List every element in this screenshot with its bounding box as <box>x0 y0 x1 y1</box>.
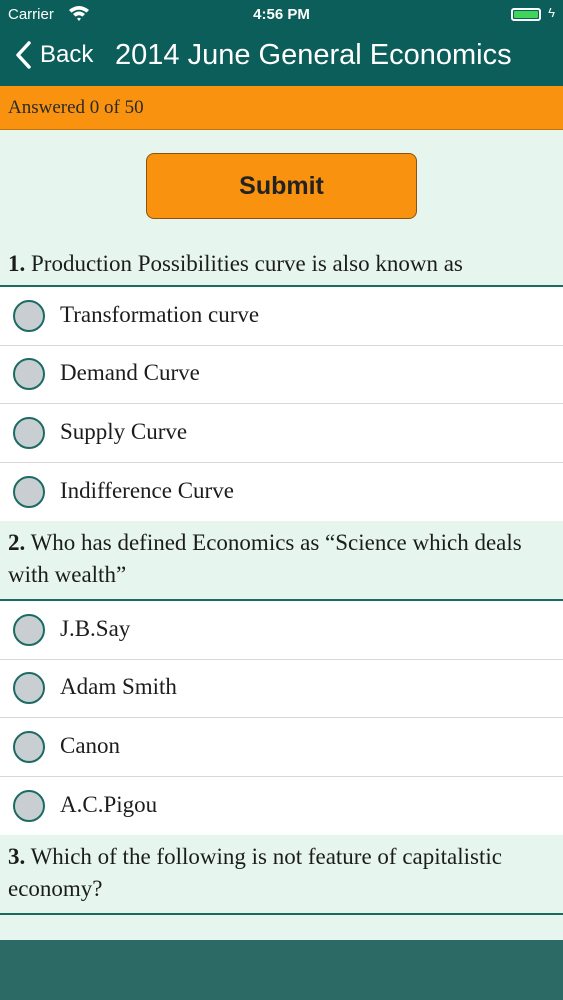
answer-label: Adam Smith <box>60 674 177 700</box>
navigation-bar: Back 2014 June General Economics <box>0 30 563 86</box>
bottom-toolbar <box>0 940 563 1000</box>
question-header: 2. Who has defined Economics as “Science… <box>0 521 563 601</box>
submit-area: Submit <box>0 130 563 246</box>
radio-button[interactable] <box>13 672 45 705</box>
radio-button[interactable] <box>13 416 45 449</box>
answer-option[interactable]: Demand Curve <box>0 345 563 404</box>
answer-option[interactable]: Indifference Curve <box>0 462 563 521</box>
answer-option[interactable]: Canon <box>0 718 563 777</box>
answer-option[interactable]: Transformation curve <box>0 287 563 346</box>
radio-button[interactable] <box>13 475 45 508</box>
question-number: 2. <box>8 530 26 555</box>
status-bar: Carrier 4:56 PM ϟ <box>0 0 563 30</box>
answer-label: J.B.Say <box>60 615 131 641</box>
question-text: Production Possibilities curve is also k… <box>31 251 463 276</box>
radio-button[interactable] <box>13 613 45 646</box>
answered-progress: Answered 0 of 50 <box>0 86 563 130</box>
charging-icon: ϟ <box>548 5 555 20</box>
answered-count: Answered 0 of 50 <box>8 97 144 118</box>
question-header: 1. Production Possibilities curve is als… <box>0 246 563 287</box>
question-number: 1. <box>8 251 26 276</box>
radio-button[interactable] <box>13 730 45 763</box>
answer-label: Supply Curve <box>60 418 188 444</box>
chevron-left-icon <box>16 41 31 69</box>
question-number: 3. <box>8 844 26 869</box>
radio-button[interactable] <box>13 789 45 822</box>
battery-icon <box>511 8 541 21</box>
answer-option[interactable]: A.C.Pigou <box>0 776 563 835</box>
question-text: Who has defined Economics as “Science wh… <box>8 530 522 587</box>
answer-label: Transformation curve <box>60 301 260 327</box>
page-title: 2014 June General Economics <box>115 39 512 71</box>
back-label: Back <box>40 41 94 68</box>
answer-label: Indifference Curve <box>60 477 234 503</box>
question-list: 1. Production Possibilities curve is als… <box>0 246 563 915</box>
answer-option[interactable]: J.B.Say <box>0 601 563 660</box>
back-button[interactable]: Back <box>14 40 93 70</box>
clock: 4:56 PM <box>253 6 310 23</box>
answer-label: A.C.Pigou <box>60 791 158 817</box>
answer-option[interactable]: Adam Smith <box>0 659 563 718</box>
radio-button[interactable] <box>13 299 45 332</box>
answer-label: Demand Curve <box>60 360 200 386</box>
submit-button[interactable]: Submit <box>146 153 417 219</box>
question-header: 3. Which of the following is not feature… <box>0 835 563 915</box>
answer-option[interactable]: Supply Curve <box>0 404 563 463</box>
question-text: Which of the following is not feature of… <box>8 844 502 901</box>
radio-button[interactable] <box>13 358 45 391</box>
answer-label: Canon <box>60 732 121 758</box>
